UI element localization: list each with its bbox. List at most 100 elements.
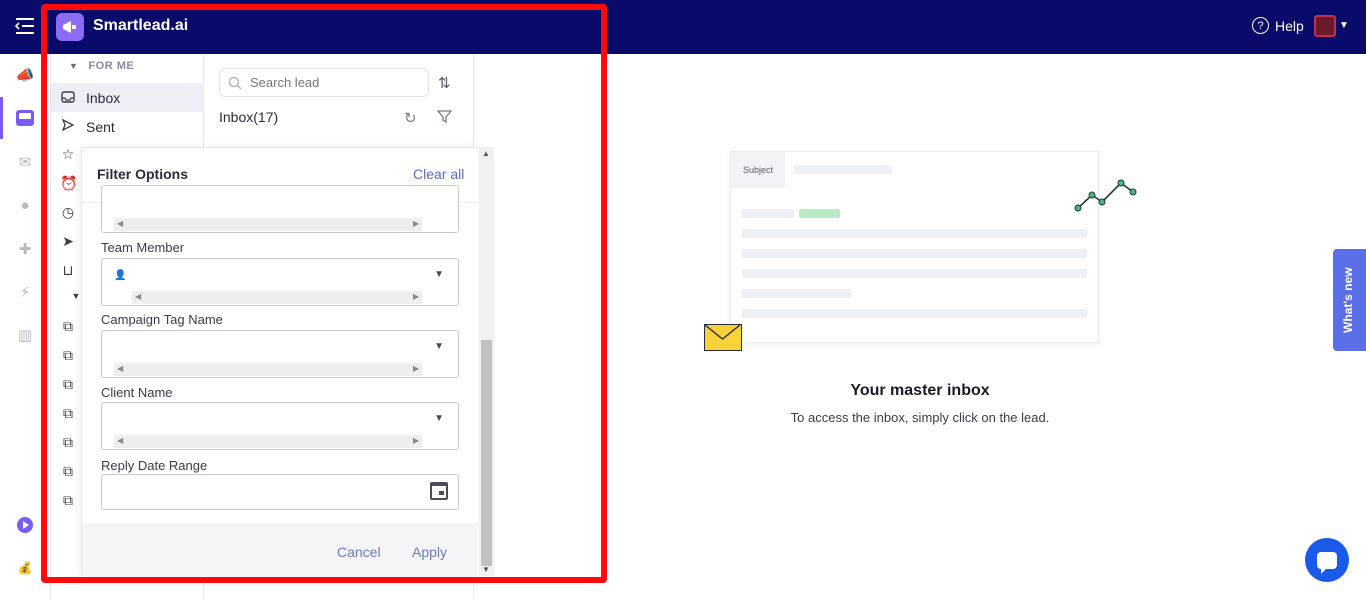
alarm-icon[interactable]: ⏰ <box>60 175 77 192</box>
whats-new-label: What's new <box>1341 267 1355 333</box>
filter-title: Filter Options <box>97 166 188 182</box>
scroll-up-icon[interactable]: ▲ <box>482 149 490 158</box>
team-member-label: Team Member <box>101 240 185 255</box>
analytics-icon[interactable]: ▥ <box>14 324 36 346</box>
tray-icon[interactable]: ⊔ <box>60 262 76 279</box>
brand-name: Smartlead.ai <box>93 17 189 34</box>
megaphone-icon <box>63 21 76 33</box>
inbox-illustration: Subject <box>730 151 1099 343</box>
for-me-label: FOR ME <box>88 60 135 72</box>
field-scrollbar[interactable]: ◀ ▶ <box>114 435 422 448</box>
folder-item-inbox[interactable]: Inbox <box>51 83 204 112</box>
campaign-folder-icon[interactable]: ⧉ <box>60 463 76 480</box>
search-icon <box>228 76 242 89</box>
campaigns-icon[interactable]: 📣 <box>14 64 36 86</box>
campaign-folder-icon[interactable]: ⧉ <box>60 434 76 451</box>
for-me-section[interactable]: ▼ FOR ME <box>69 60 134 72</box>
subject-tab: Subject <box>731 152 785 188</box>
team-member-select[interactable]: 👤 ▼ ◀ ▶ <box>101 258 459 306</box>
chat-launcher-button[interactable] <box>1305 538 1349 582</box>
trend-line-icon <box>1074 179 1137 212</box>
help-label: Help <box>1275 17 1304 34</box>
inbox-icon <box>60 90 76 106</box>
placeholder-bar <box>742 229 1087 238</box>
search-box[interactable] <box>219 68 429 97</box>
field-scrollbar[interactable]: ◀ ▶ <box>114 363 422 376</box>
previous-field-select[interactable]: ◀ ▶ <box>101 185 459 233</box>
clear-all-button[interactable]: Clear all <box>413 166 464 182</box>
filter-scrollbar[interactable]: ▲ ▼ <box>479 147 494 576</box>
question-icon: ? <box>1252 17 1269 34</box>
field-scrollbar[interactable]: ◀ ▶ <box>132 291 422 304</box>
caret-down-icon: ▼ <box>69 61 79 71</box>
apply-button[interactable]: Apply <box>412 544 447 560</box>
scroll-right-icon[interactable]: ▶ <box>413 364 419 373</box>
campaign-tag-select[interactable]: ▼ ◀ ▶ <box>101 330 459 378</box>
campaign-folder-icon[interactable]: ⧉ <box>60 347 76 364</box>
envelope-icon <box>704 324 742 351</box>
folder-item-sent[interactable]: Sent <box>51 112 204 141</box>
rail-active-indicator <box>0 97 3 139</box>
client-name-label: Client Name <box>101 385 173 400</box>
chat-icon <box>1317 551 1337 574</box>
empty-state-title: Your master inbox <box>850 382 990 399</box>
search-input[interactable] <box>250 75 410 90</box>
top-bar: Smartlead.ai ? Help ▼ <box>0 0 1366 54</box>
placeholder-bar <box>742 249 1087 258</box>
icon-rail: 📣 ✉ ● ✚ ⚡ ▥ 💰 <box>0 54 51 599</box>
money-bag-icon[interactable]: 💰 <box>14 557 36 579</box>
campaign-folder-icon[interactable]: ⧉ <box>60 318 76 335</box>
lightning-icon[interactable]: ⚡ <box>14 281 36 303</box>
dropdown-arrow-icon[interactable]: ▼ <box>434 341 444 352</box>
scroll-left-icon[interactable]: ◀ <box>117 364 123 373</box>
scroll-left-icon[interactable]: ◀ <box>117 219 123 228</box>
play-icon[interactable] <box>14 514 36 536</box>
cancel-button[interactable]: Cancel <box>337 544 381 560</box>
scroll-left-icon[interactable]: ◀ <box>117 436 123 445</box>
placeholder-bar <box>742 269 1087 278</box>
campaign-folder-icon[interactable]: ⧉ <box>60 492 76 509</box>
user-avatar[interactable] <box>1314 15 1336 37</box>
filter-options-panel: Filter Options Clear all ◀ ▶ Team Member… <box>81 147 478 577</box>
person-icon: 👤 <box>114 270 127 281</box>
campaign-tag-label: Campaign Tag Name <box>101 312 223 327</box>
scroll-down-icon[interactable]: ▼ <box>482 565 490 574</box>
chevron-down-icon[interactable]: ▼ <box>1339 20 1349 31</box>
scroll-right-icon[interactable]: ▶ <box>413 219 419 228</box>
folder-label: Inbox <box>86 89 121 106</box>
scroll-right-icon[interactable]: ▶ <box>413 436 419 445</box>
dropdown-arrow-icon[interactable]: ▼ <box>434 269 444 280</box>
inbox-count: Inbox(17) <box>219 109 279 125</box>
field-scrollbar[interactable]: ◀ ▶ <box>114 218 422 231</box>
calendar-icon[interactable] <box>430 482 448 500</box>
star-icon[interactable]: ☆ <box>60 146 76 163</box>
send-icon <box>60 118 76 135</box>
placeholder-bar-green <box>799 209 840 218</box>
placeholder-bar <box>794 165 892 174</box>
placeholder-bar <box>742 289 851 298</box>
help-button[interactable]: ? Help <box>1252 17 1304 34</box>
dropdown-arrow-icon[interactable]: ▼ <box>434 413 444 424</box>
tag-send-icon[interactable]: ➤ <box>60 233 76 250</box>
campaign-folder-icon[interactable]: ⧉ <box>60 376 76 393</box>
menu-icon[interactable] <box>14 16 36 36</box>
reply-date-range-input[interactable] <box>101 474 459 510</box>
integrations-icon[interactable]: ✚ <box>14 238 36 260</box>
filter-body: ◀ ▶ Team Member 👤 ▼ ◀ ▶ Campaign Tag Nam… <box>82 185 478 523</box>
sort-icon[interactable]: ⇅ <box>438 74 451 92</box>
master-inbox-icon[interactable] <box>14 107 36 129</box>
scroll-left-icon[interactable]: ◀ <box>135 292 141 301</box>
filter-icon[interactable] <box>436 109 453 127</box>
filter-footer: Cancel Apply <box>82 523 478 577</box>
bulb-icon[interactable]: ● <box>14 194 36 216</box>
campaign-folder-icon[interactable]: ⧉ <box>60 405 76 422</box>
client-name-select[interactable]: ▼ ◀ ▶ <box>101 402 459 450</box>
email-accounts-icon[interactable]: ✉ <box>14 151 36 173</box>
folder-label: Sent <box>86 118 115 135</box>
whats-new-tab[interactable]: What's new <box>1333 249 1366 351</box>
clock-icon[interactable]: ◷ <box>60 204 76 221</box>
brand-logo <box>56 13 84 41</box>
scrollbar-thumb[interactable] <box>481 340 492 566</box>
scroll-right-icon[interactable]: ▶ <box>413 292 419 301</box>
refresh-icon[interactable]: ↻ <box>404 109 417 127</box>
